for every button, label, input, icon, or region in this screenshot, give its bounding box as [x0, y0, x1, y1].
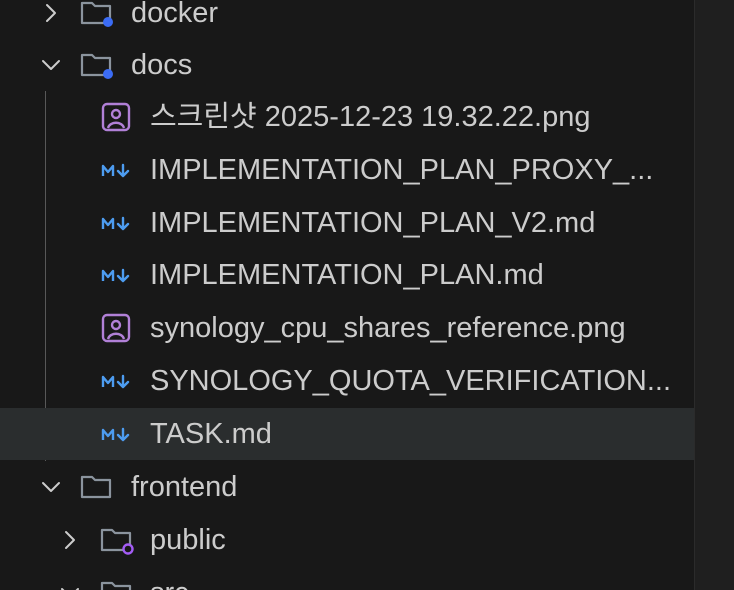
file-explorer-tree: docker docs 스크린샷 2025-12-23 19.32.22.png… [0, 0, 734, 590]
folder-label: src [150, 567, 189, 590]
file-row[interactable]: IMPLEMENTATION_PLAN_V2.md [0, 197, 694, 249]
file-row-selected[interactable]: TASK.md [0, 408, 694, 460]
file-label: IMPLEMENTATION_PLAN_V2.md [150, 207, 596, 239]
markdown-file-icon [101, 214, 133, 234]
folder-label: public [150, 524, 226, 556]
folder-icon [80, 50, 114, 80]
file-label: SYNOLOGY_QUOTA_VERIFICATION... [150, 365, 672, 397]
file-row[interactable]: IMPLEMENTATION_PLAN.md [0, 249, 694, 301]
folder-icon [80, 472, 114, 502]
folder-row-public[interactable]: public [0, 514, 694, 566]
folder-row-docker[interactable]: docker [0, 0, 694, 39]
folder-icon [80, 0, 114, 28]
chevron-down-icon[interactable] [39, 53, 63, 77]
markdown-file-icon [101, 161, 133, 181]
markdown-file-icon [101, 266, 133, 286]
folder-row-frontend[interactable]: frontend [0, 461, 694, 513]
file-row[interactable]: 스크린샷 2025-12-23 19.32.22.png [0, 91, 694, 143]
file-label: IMPLEMENTATION_PLAN.md [150, 259, 544, 291]
folder-label: docs [131, 49, 193, 81]
folder-icon [100, 525, 134, 555]
folder-label: frontend [131, 471, 238, 503]
chevron-right-icon[interactable] [39, 1, 63, 25]
file-row[interactable]: SYNOLOGY_QUOTA_VERIFICATION... [0, 355, 694, 407]
chevron-down-icon[interactable] [39, 475, 63, 499]
folder-label: docker [131, 0, 219, 29]
file-label: synology_cpu_shares_reference.png [150, 312, 626, 344]
editor-edge [694, 0, 734, 590]
folder-icon [100, 578, 134, 590]
folder-row-src[interactable]: src [0, 567, 694, 590]
image-file-icon [101, 102, 131, 132]
file-label: IMPLEMENTATION_PLAN_PROXY_... [150, 154, 654, 186]
markdown-file-icon [101, 372, 133, 392]
folder-row-docs[interactable]: docs [0, 39, 694, 91]
chevron-right-icon[interactable] [58, 528, 82, 552]
file-label: 스크린샷 2025-12-23 19.32.22.png [150, 101, 591, 133]
file-row[interactable]: synology_cpu_shares_reference.png [0, 302, 694, 354]
chevron-down-icon[interactable] [58, 581, 82, 590]
file-row[interactable]: IMPLEMENTATION_PLAN_PROXY_... [0, 144, 694, 196]
markdown-file-icon [101, 425, 133, 445]
file-label: TASK.md [150, 418, 272, 450]
image-file-icon [101, 313, 131, 343]
